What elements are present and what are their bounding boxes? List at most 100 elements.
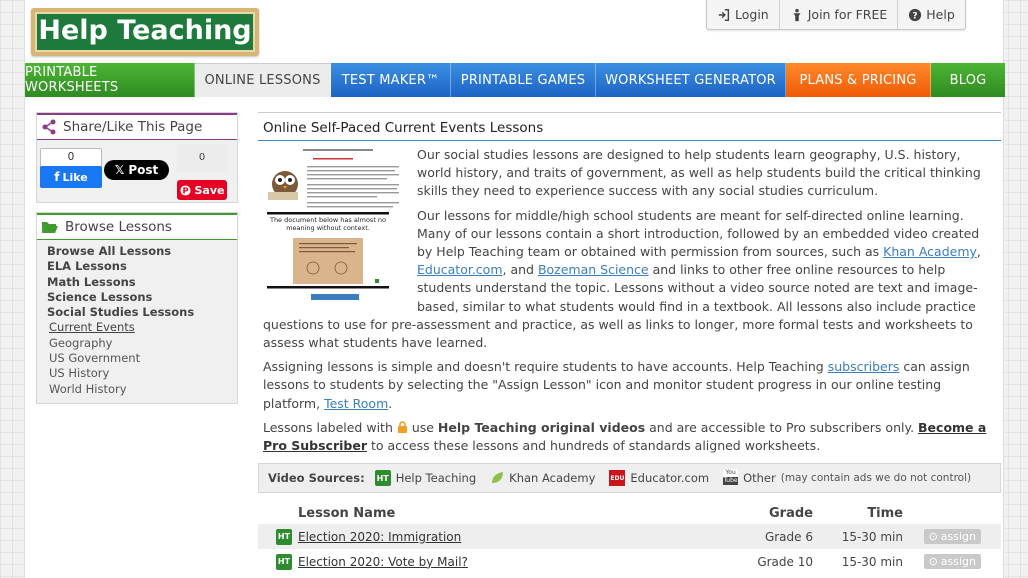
test-room-link[interactable]: Test Room <box>324 396 388 411</box>
video-sources-bar: Video Sources: HT Help Teaching Khan Aca… <box>258 463 1001 494</box>
x-post-button[interactable]: 𝕏 Post <box>104 160 169 180</box>
subscribers-link[interactable]: subscribers <box>828 359 900 374</box>
assign-label: assign <box>940 530 976 544</box>
p3-text-c: . <box>388 395 393 411</box>
facebook-like-widget: 0 f Like <box>40 148 102 188</box>
source-help-teaching: HT Help Teaching <box>374 470 476 487</box>
share-box: Share/Like This Page 0 f Like 𝕏 Post 0 P <box>36 112 238 203</box>
nav-printable-games[interactable]: PRINTABLE GAMES <box>451 63 596 97</box>
site-logo[interactable]: Help Teaching <box>31 8 259 56</box>
share-icon <box>42 119 56 135</box>
facebook-like-button[interactable]: f Like <box>40 166 102 188</box>
lesson-time: 15-30 min <box>841 529 903 544</box>
share-title: Share/Like This Page <box>63 119 203 135</box>
svg-text:P: P <box>182 185 188 195</box>
page-title: Online Self-Paced Current Events Lessons <box>258 112 1001 141</box>
browse-title: Browse Lessons <box>65 219 172 235</box>
x-icon: 𝕏 <box>114 163 125 177</box>
table-row: HT Election 2020: Vote by Mail? Grade 10… <box>258 549 1001 574</box>
browse-box: Browse Lessons Browse All Lessons ELA Le… <box>36 212 238 404</box>
lessons-table: Lesson Name Grade Time HT Election 2020:… <box>258 501 1001 574</box>
sidebar: Share/Like This Page 0 f Like 𝕏 Post 0 P <box>36 112 238 413</box>
p3-text-a: Assigning lessons is simple and doesn't … <box>263 359 828 375</box>
help-teaching-icon: HT <box>374 470 391 487</box>
p4-text-c: and are accessible to Pro subscribers on… <box>645 419 919 435</box>
p4-text-b: use <box>407 419 438 435</box>
educator-icon: EDU <box>609 470 626 487</box>
nav-worksheet-generator[interactable]: WORKSHEET GENERATOR <box>596 63 786 97</box>
pro-paragraph: Lessons labeled with use Help Teaching o… <box>263 419 996 455</box>
nav-online-lessons[interactable]: ONLINE LESSONS <box>195 63 331 97</box>
us-history-link[interactable]: US History <box>47 366 227 381</box>
svg-text:?: ? <box>913 11 918 21</box>
help-teaching-icon: HT <box>276 528 292 545</box>
source-other: You Tube Other (may contain ads we do not… <box>723 469 971 487</box>
original-videos-text: Help Teaching original videos <box>437 419 646 435</box>
lesson-thumbnail-image: The document below has almost no meaning… <box>263 146 405 308</box>
pinterest-icon: P <box>179 184 191 195</box>
assign-button[interactable]: ⊙ assign <box>923 529 981 545</box>
math-lessons-link[interactable]: Math Lessons <box>47 275 227 290</box>
us-government-link[interactable]: US Government <box>47 351 227 366</box>
world-history-link[interactable]: World History <box>47 382 227 397</box>
browse-header: Browse Lessons <box>37 213 237 240</box>
khan-academy-link[interactable]: Khan Academy <box>883 244 977 259</box>
nav-test-maker[interactable]: TEST MAKER™ <box>331 63 451 97</box>
facebook-like-count: 0 <box>67 151 75 163</box>
join-label: Join for FREE <box>807 7 888 22</box>
clock-icon: ⊙ <box>928 530 938 544</box>
page: Help Teaching Login Join for FREE ? Help… <box>24 0 1005 578</box>
x-post-label: Post <box>128 163 159 177</box>
pinterest-save-button[interactable]: P Save <box>177 180 227 200</box>
geography-link[interactable]: Geography <box>47 336 227 351</box>
login-icon <box>718 8 730 21</box>
source-other-note: (may contain ads we do not control) <box>780 472 972 485</box>
social-studies-lessons-link[interactable]: Social Studies Lessons <box>47 305 227 320</box>
header-lesson-name: Lesson Name <box>298 506 396 522</box>
login-link[interactable]: Login <box>707 0 779 29</box>
lesson-link[interactable]: Election 2020: Immigration <box>298 530 461 544</box>
assigning-paragraph: Assigning lessons is simple and doesn't … <box>263 358 996 413</box>
video-sources-label: Video Sources: <box>268 471 365 486</box>
help-label: Help <box>926 7 955 22</box>
lesson-link[interactable]: Election 2020: Vote by Mail? <box>298 555 468 569</box>
p2-and: , and <box>502 262 538 278</box>
nav-plans-pricing[interactable]: PLANS & PRICING <box>786 63 931 97</box>
folder-open-icon <box>42 222 58 233</box>
source-khan-academy: Khan Academy <box>490 471 595 485</box>
nav-printable-worksheets[interactable]: PRINTABLE WORKSHEETS <box>25 63 195 97</box>
person-icon <box>793 8 801 21</box>
lesson-time: 15-30 min <box>841 554 903 569</box>
p2-comma: , <box>976 244 981 260</box>
ela-lessons-link[interactable]: ELA Lessons <box>47 259 227 274</box>
source-other-label: Other <box>743 471 776 486</box>
nav-blog[interactable]: BLOG <box>931 63 1005 97</box>
clock-icon: ⊙ <box>928 555 938 569</box>
header-time: Time <box>867 506 903 522</box>
current-events-link[interactable]: Current Events <box>47 320 227 335</box>
main-nav: PRINTABLE WORKSHEETS ONLINE LESSONS TEST… <box>25 63 1005 97</box>
join-link[interactable]: Join for FREE <box>778 0 898 29</box>
browse-all-lessons-link[interactable]: Browse All Lessons <box>47 244 227 259</box>
leaf-icon <box>492 472 504 484</box>
help-link[interactable]: ? Help <box>897 0 965 29</box>
share-buttons: 0 f Like 𝕏 Post 0 P Save <box>37 140 237 202</box>
p4-text-a: Lessons labeled with <box>263 419 397 435</box>
help-teaching-icon: HT <box>276 553 292 570</box>
main-content: Online Self-Paced Current Events Lessons <box>258 112 1001 574</box>
login-label: Login <box>735 7 769 22</box>
bozeman-science-link[interactable]: Bozeman Science <box>538 262 649 277</box>
lesson-grade: Grade 10 <box>757 554 813 569</box>
share-header: Share/Like This Page <box>37 113 237 140</box>
facebook-icon: f <box>54 170 60 184</box>
educator-link[interactable]: Educator.com <box>417 262 503 277</box>
assign-button[interactable]: ⊙ assign <box>923 554 981 570</box>
assign-label: assign <box>940 555 976 569</box>
lesson-thumbnail: The document below has almost no meaning… <box>263 146 405 308</box>
logo-text: Help Teaching <box>35 12 255 52</box>
lock-icon <box>397 421 407 433</box>
thumbnail-caption: The document below has almost no meaning… <box>269 216 387 232</box>
table-header: Lesson Name Grade Time <box>258 501 1001 524</box>
science-lessons-link[interactable]: Science Lessons <box>47 290 227 305</box>
youtube-icon: You Tube <box>723 469 739 486</box>
